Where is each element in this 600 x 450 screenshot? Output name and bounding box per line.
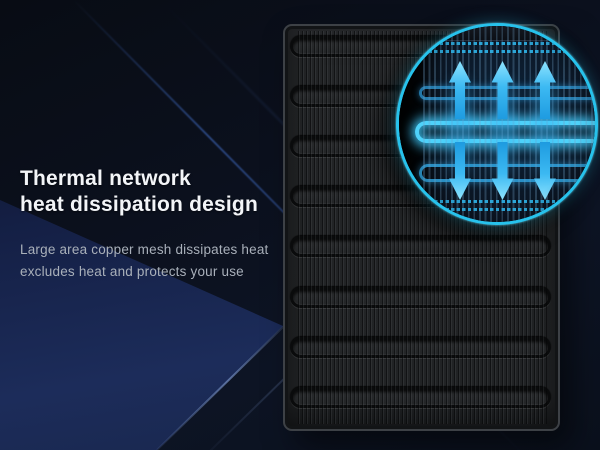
magnifier-vignette: [399, 26, 595, 222]
description-line2: excludes heat and protects your use: [20, 261, 269, 283]
headline-line2: heat dissipation design: [20, 192, 258, 218]
description-line1: Large area copper mesh dissipates heat: [20, 239, 269, 261]
headline: Thermal network heat dissipation design: [20, 166, 258, 218]
description: Large area copper mesh dissipates heat e…: [20, 239, 269, 282]
banner-root: Thermal network heat dissipation design …: [0, 0, 600, 450]
headline-line1: Thermal network: [20, 166, 258, 192]
magnifier-circle: [396, 23, 598, 225]
